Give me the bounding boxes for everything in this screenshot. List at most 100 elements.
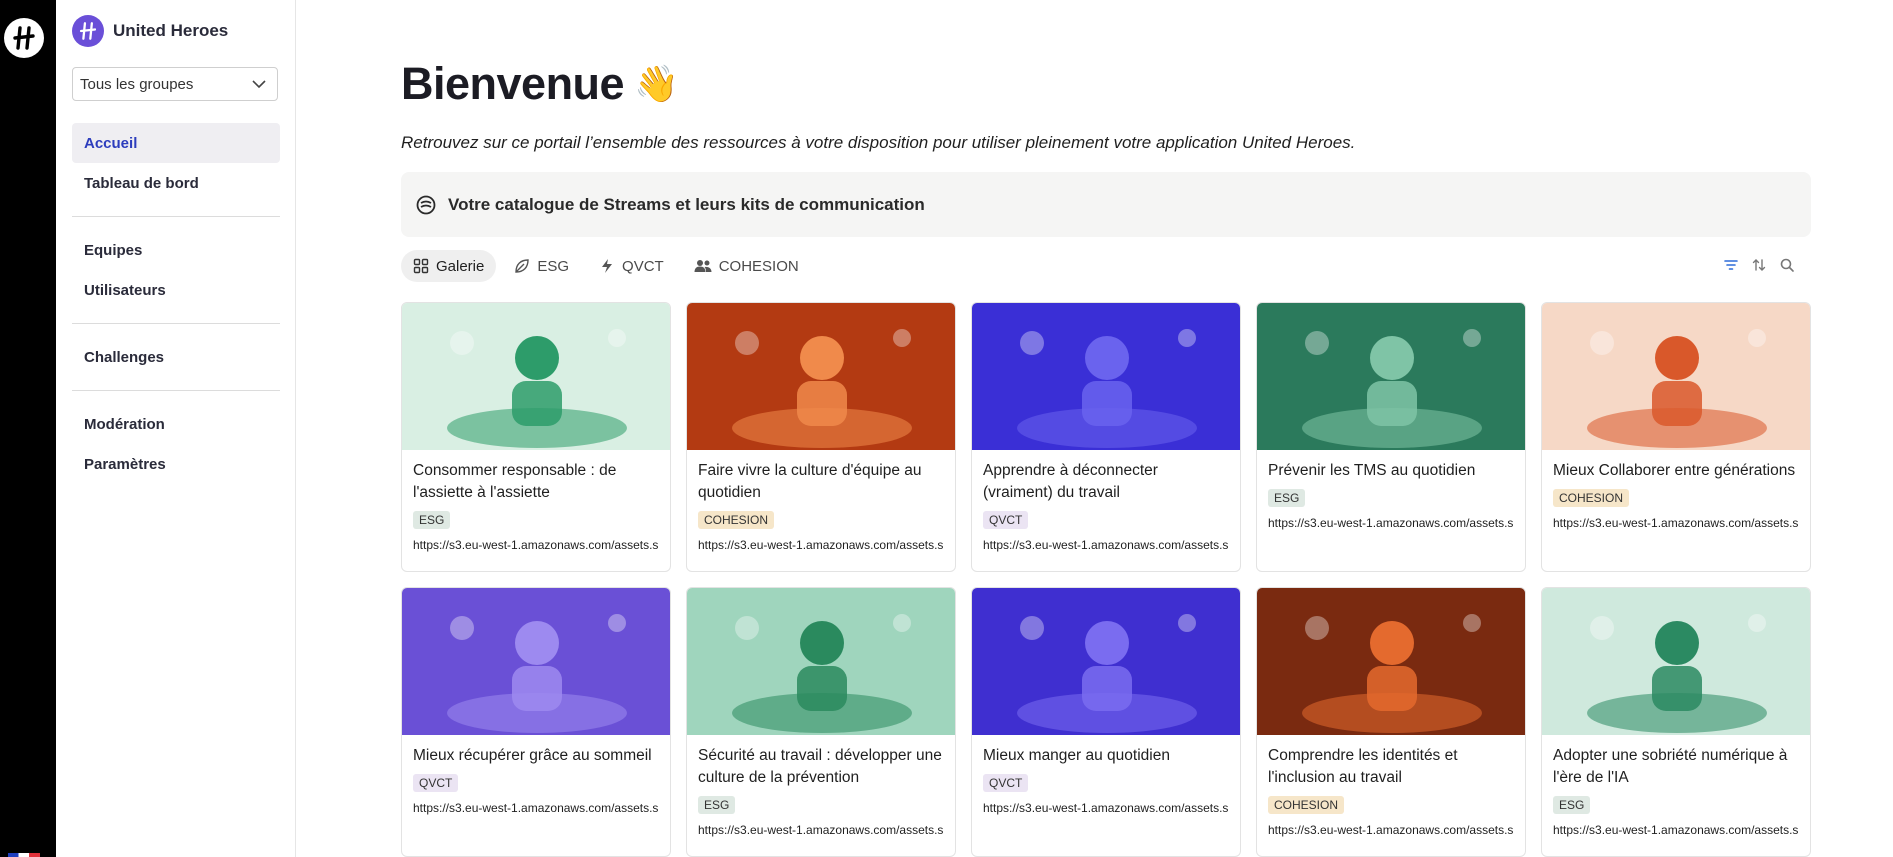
card-title: Mieux Collaborer entre générations: [1553, 462, 1796, 479]
stream-card[interactable]: Mieux manger au quotidien QVCT https://s3.…: [971, 587, 1241, 857]
card-title: Comprendre les identités et l'inclusion …: [1268, 747, 1458, 786]
card-title: Consommer responsable : de l'assiette à …: [413, 462, 617, 501]
catalog-icon: [416, 195, 436, 214]
sidebar-nav: Accueil Tableau de bord Equipes Utilisat…: [72, 123, 280, 484]
stream-card[interactable]: Apprendre à déconnecter (vraiment) du tr…: [971, 302, 1241, 572]
stream-card[interactable]: Adopter une sobriété numérique à l'ère d…: [1541, 587, 1811, 857]
sidebar-item-tableau-de-bord[interactable]: Tableau de bord: [72, 163, 280, 203]
tab-label: COHESION: [718, 257, 799, 275]
tab-label: Galerie: [436, 257, 485, 275]
illustration-icon: [1302, 329, 1482, 448]
language-flag-icon[interactable]: [8, 853, 40, 857]
sidebar: United Heroes Tous les groupes Accueil T…: [56, 0, 296, 857]
tag-badge: QVCT: [983, 511, 1029, 529]
tag-badge: ESG: [413, 511, 451, 529]
card-url[interactable]: https://s3.eu-west-1.amazonaws.com/asset…: [413, 538, 659, 552]
card-url[interactable]: https://s3.eu-west-1.amazonaws.com/asset…: [1268, 516, 1514, 530]
stream-illustration: [687, 588, 955, 735]
stream-illustration: [1257, 303, 1525, 450]
catalog-label: Votre catalogue de Streams et leurs kits…: [448, 194, 925, 214]
tab-label: QVCT: [622, 257, 664, 275]
card-title: Adopter une sobriété numérique à l'ère d…: [1553, 747, 1788, 786]
page-subtitle: Retrouvez sur ce portail l’ensemble des …: [401, 133, 1356, 152]
filter-icon[interactable]: [1723, 257, 1739, 273]
stream-card[interactable]: Comprendre les identités et l'inclusion …: [1256, 587, 1526, 857]
tab-qvct[interactable]: QVCT: [587, 250, 676, 282]
stream-card[interactable]: Prévenir les TMS au quotidien ESG https://…: [1256, 302, 1526, 572]
sidebar-divider: [72, 216, 280, 217]
tab-galerie[interactable]: Galerie: [401, 250, 497, 282]
brand-logo-icon: [72, 15, 104, 47]
stream-gallery: Consommer responsable : de l'assiette à …: [401, 302, 1811, 857]
card-title: Prévenir les TMS au quotidien: [1268, 462, 1476, 479]
sidebar-item-utilisateurs[interactable]: Utilisateurs: [72, 270, 280, 310]
stream-card[interactable]: Mieux Collaborer entre générations COHESI…: [1541, 302, 1811, 572]
card-body: Sécurité au travail : développer une cul…: [687, 735, 955, 837]
tag-badge: ESG: [1268, 489, 1306, 507]
tag-badge: COHESION: [698, 511, 775, 529]
card-url[interactable]: https://s3.eu-west-1.amazonaws.com/asset…: [1268, 823, 1514, 837]
tag-badge: COHESION: [1553, 489, 1630, 507]
catalog-banner: Votre catalogue de Streams et leurs kits…: [401, 172, 1811, 237]
stream-illustration: [687, 303, 955, 450]
brand[interactable]: United Heroes: [72, 15, 228, 47]
stream-card[interactable]: Sécurité au travail : développer une cul…: [686, 587, 956, 857]
sidebar-item-moderation[interactable]: Modération: [72, 404, 280, 444]
bolt-icon: [602, 259, 613, 273]
stream-card[interactable]: Consommer responsable : de l'assiette à …: [401, 302, 671, 572]
tag-badge: QVCT: [413, 774, 459, 792]
card-body: Mieux manger au quotidien QVCT https://s3.…: [972, 735, 1240, 815]
group-select[interactable]: Tous les groupes: [72, 67, 278, 101]
card-title: Mieux récupérer grâce au sommeil: [413, 747, 652, 764]
card-title: Sécurité au travail : développer une cul…: [698, 747, 942, 786]
card-body: Faire vivre la culture d'équipe au quoti…: [687, 450, 955, 552]
group-select-value: Tous les groupes: [80, 75, 194, 93]
app-logo-icon[interactable]: [4, 18, 44, 58]
sidebar-divider: [72, 323, 280, 324]
card-url[interactable]: https://s3.eu-west-1.amazonaws.com/asset…: [983, 801, 1229, 815]
view-tools: [1723, 257, 1795, 273]
view-tabs: Galerie ESG QVCT COHESION: [401, 250, 811, 282]
sidebar-item-parametres[interactable]: Paramètres: [72, 444, 280, 484]
card-url[interactable]: https://s3.eu-west-1.amazonaws.com/asset…: [983, 538, 1229, 552]
tab-esg[interactable]: ESG: [502, 250, 581, 282]
card-title: Faire vivre la culture d'équipe au quoti…: [698, 462, 922, 501]
card-title: Apprendre à déconnecter (vraiment) du tr…: [983, 462, 1158, 501]
main-content: Bienvenue 👋 Retrouvez sur ce portail l’e…: [297, 0, 1893, 857]
tab-cohesion[interactable]: COHESION: [682, 250, 811, 282]
brand-name: United Heroes: [113, 21, 229, 40]
sidebar-item-challenges[interactable]: Challenges: [72, 337, 280, 377]
stream-illustration: [402, 303, 670, 450]
illustration-icon: [447, 614, 627, 733]
card-body: Adopter une sobriété numérique à l'ère d…: [1542, 735, 1810, 837]
illustration-icon: [732, 329, 912, 448]
card-url[interactable]: https://s3.eu-west-1.amazonaws.com/asset…: [413, 801, 659, 815]
illustration-icon: [1017, 329, 1197, 448]
card-body: Prévenir les TMS au quotidien ESG https://…: [1257, 450, 1525, 530]
sidebar-item-equipes[interactable]: Equipes: [72, 230, 280, 270]
card-url[interactable]: https://s3.eu-west-1.amazonaws.com/asset…: [698, 538, 944, 552]
search-icon[interactable]: [1779, 257, 1795, 273]
illustration-icon: [1017, 614, 1197, 733]
page-title: Bienvenue 👋: [401, 58, 679, 110]
illustration-icon: [447, 329, 627, 448]
stream-illustration: [972, 303, 1240, 450]
card-body: Mieux Collaborer entre générations COHESI…: [1542, 450, 1810, 530]
leaf-icon: [515, 259, 530, 273]
card-body: Apprendre à déconnecter (vraiment) du tr…: [972, 450, 1240, 552]
sort-icon[interactable]: [1751, 257, 1767, 273]
card-url[interactable]: https://s3.eu-west-1.amazonaws.com/asset…: [698, 823, 944, 837]
stream-illustration: [1542, 588, 1810, 735]
stream-illustration: [402, 588, 670, 735]
sidebar-item-accueil[interactable]: Accueil: [72, 123, 280, 163]
illustration-icon: [1587, 329, 1767, 448]
chevron-down-icon: [252, 80, 266, 89]
card-url[interactable]: https://s3.eu-west-1.amazonaws.com/asset…: [1553, 823, 1799, 837]
tag-badge: COHESION: [1268, 796, 1345, 814]
illustration-icon: [732, 614, 912, 733]
card-url[interactable]: https://s3.eu-west-1.amazonaws.com/asset…: [1553, 516, 1799, 530]
page-title-text: Bienvenue: [401, 58, 625, 109]
stream-card[interactable]: Mieux récupérer grâce au sommeil QVCT http…: [401, 587, 671, 857]
illustration-icon: [1302, 614, 1482, 733]
stream-card[interactable]: Faire vivre la culture d'équipe au quoti…: [686, 302, 956, 572]
